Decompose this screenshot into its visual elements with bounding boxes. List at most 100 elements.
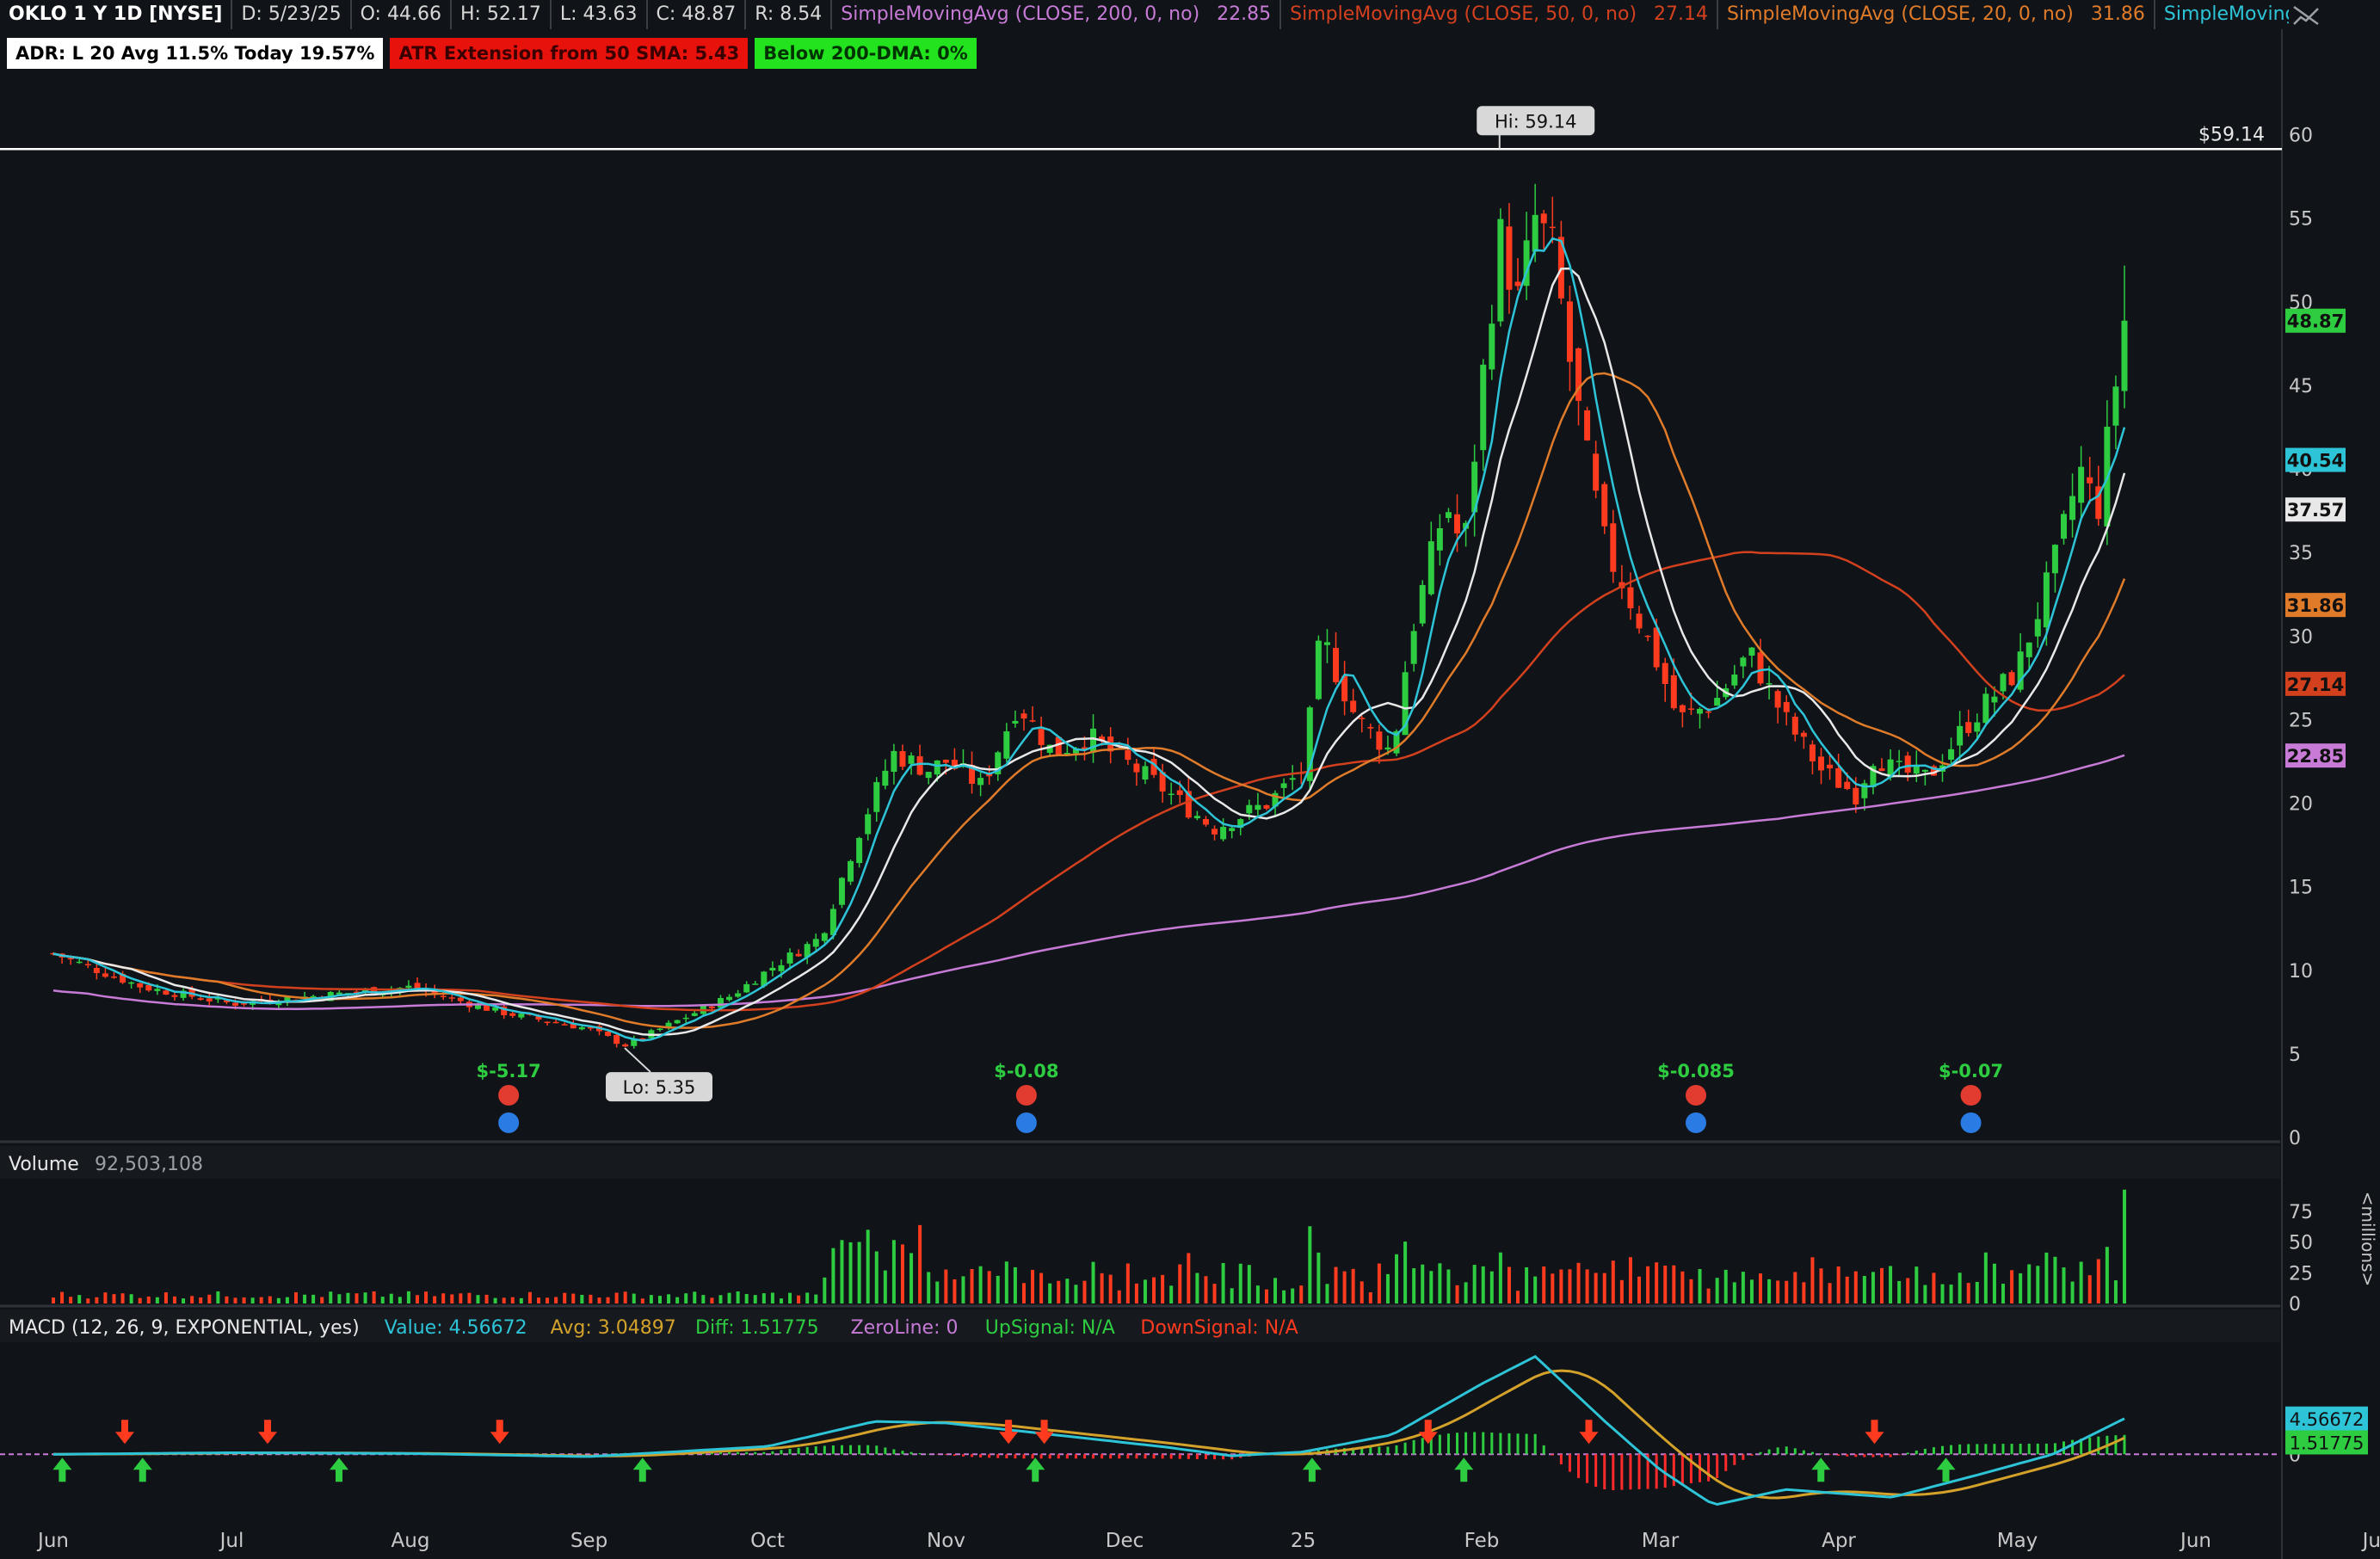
volume-bar xyxy=(1958,1272,1962,1303)
volume-bar xyxy=(1845,1276,1849,1303)
volume-bar xyxy=(1429,1271,1434,1303)
volume-bar xyxy=(1810,1257,1815,1303)
sma200-label[interactable]: SimpleMovingAvg (CLOSE, 200, 0, no) xyxy=(832,0,1208,29)
volume-bar xyxy=(1932,1272,1936,1303)
candle-body xyxy=(1679,705,1686,712)
volume-bar xyxy=(1316,1252,1321,1303)
low-label: L: 43.63 xyxy=(552,0,648,29)
x-axis-label: Oct xyxy=(750,1530,785,1552)
candle-body xyxy=(67,958,74,960)
volume-bar xyxy=(2113,1280,2118,1303)
volume-bar xyxy=(207,1294,212,1303)
volume-bar xyxy=(779,1298,783,1303)
candle-body xyxy=(1835,767,1842,788)
candle-body xyxy=(171,995,178,997)
volume-bar xyxy=(233,1297,237,1303)
sma50-label[interactable]: SimpleMovingAvg (CLOSE, 50, 0, no) xyxy=(1281,0,1645,29)
volume-bar xyxy=(1759,1273,1763,1303)
candles-group xyxy=(50,183,2128,1049)
volume-bar xyxy=(329,1291,333,1303)
volume-bar xyxy=(1914,1266,1919,1303)
x-axis-label: Nov xyxy=(927,1530,965,1552)
volume-bar xyxy=(2062,1267,2066,1303)
volume-bar xyxy=(1949,1285,1953,1303)
candle-body xyxy=(674,1020,681,1024)
volume-bar xyxy=(891,1240,896,1303)
volume-bar xyxy=(120,1293,125,1303)
price-tag-label: 40.54 xyxy=(2287,451,2344,471)
down-signal-arrow-icon xyxy=(1865,1420,1884,1445)
dividend-icon xyxy=(498,1112,520,1133)
volume-bar xyxy=(1637,1276,1642,1303)
volume-bar xyxy=(1308,1226,1312,1303)
earnings-icon xyxy=(1686,1085,1706,1106)
volume-bar xyxy=(2087,1275,2092,1303)
candle-body xyxy=(1220,827,1227,840)
candle-body xyxy=(76,961,83,964)
x-axis-label: Sep xyxy=(570,1530,607,1552)
volume-bar xyxy=(484,1294,489,1303)
price-tick-label: 15 xyxy=(2289,878,2313,899)
sma20-label[interactable]: SimpleMovingAvg (CLOSE, 20, 0, no) xyxy=(1718,0,2082,29)
volume-bar xyxy=(1421,1264,1425,1303)
volume-bar xyxy=(1091,1261,1095,1303)
macd-avg-line xyxy=(52,1369,2125,1500)
candle-body xyxy=(1427,541,1434,595)
macd-avg: Avg: 3.04897 xyxy=(551,1317,676,1339)
volume-bar xyxy=(1525,1266,1529,1303)
candle-body xyxy=(1532,214,1538,252)
candle-body xyxy=(137,983,144,988)
volume-bar xyxy=(355,1293,359,1303)
candle-body xyxy=(1029,720,1036,722)
volume-bar xyxy=(163,1292,168,1303)
volume-bar xyxy=(406,1291,410,1303)
volume-bar xyxy=(155,1297,159,1303)
volume-bar xyxy=(2044,1252,2049,1303)
candle-body xyxy=(1878,768,1885,772)
volume-bar xyxy=(1819,1268,1823,1303)
price-tick-label: 55 xyxy=(2289,209,2313,231)
candle-body xyxy=(405,985,412,989)
volume-bar xyxy=(450,1294,454,1303)
high-label: H: 52.17 xyxy=(452,0,552,29)
volume-bar xyxy=(1516,1291,1520,1303)
volume-bar xyxy=(285,1297,289,1303)
symbol-label[interactable]: OKLO 1 Y 1D [NYSE] xyxy=(0,0,233,29)
volume-bar xyxy=(1889,1266,1893,1303)
volume-bar xyxy=(1983,1252,1988,1303)
x-axis-label: 25 xyxy=(1291,1530,1316,1552)
candle-body xyxy=(2061,514,2068,539)
candle-body xyxy=(1991,696,1998,703)
volume-bar xyxy=(788,1292,792,1303)
volume-bar xyxy=(1255,1285,1260,1303)
candle-body xyxy=(1705,711,1712,713)
candle-body xyxy=(1774,691,1781,708)
candle-body xyxy=(717,997,724,1008)
volume-bar xyxy=(1264,1289,1268,1303)
volume-bar xyxy=(60,1291,65,1303)
volume-bar xyxy=(589,1294,593,1303)
candle-body xyxy=(778,964,785,971)
volume-bar xyxy=(311,1294,316,1303)
volume-bar xyxy=(182,1298,186,1303)
sma5-label[interactable]: SimpleMovingAvg (CLOSE, 5, 0, no) xyxy=(2155,0,2289,29)
volume-bar xyxy=(1828,1283,1832,1303)
candle-body xyxy=(1948,749,1955,760)
volume-bar xyxy=(1074,1285,1078,1303)
candle-body xyxy=(1315,640,1322,699)
volume-bar xyxy=(250,1297,255,1303)
chart-settings-icon[interactable] xyxy=(2291,3,2321,28)
candle-body xyxy=(509,1013,516,1016)
volume-bar xyxy=(363,1292,367,1303)
candle-body xyxy=(769,967,776,971)
candle-body xyxy=(2069,496,2076,521)
volume-bar xyxy=(1082,1280,1087,1303)
volume-bar xyxy=(918,1224,922,1303)
candle-body xyxy=(942,760,949,763)
candle-body xyxy=(163,990,170,995)
volume-bar xyxy=(527,1291,532,1303)
sma200-value: 22.85 xyxy=(1208,0,1282,29)
volume-bar xyxy=(1880,1267,1884,1303)
volume-bar xyxy=(1923,1285,1927,1303)
volume-bar xyxy=(1576,1262,1581,1303)
